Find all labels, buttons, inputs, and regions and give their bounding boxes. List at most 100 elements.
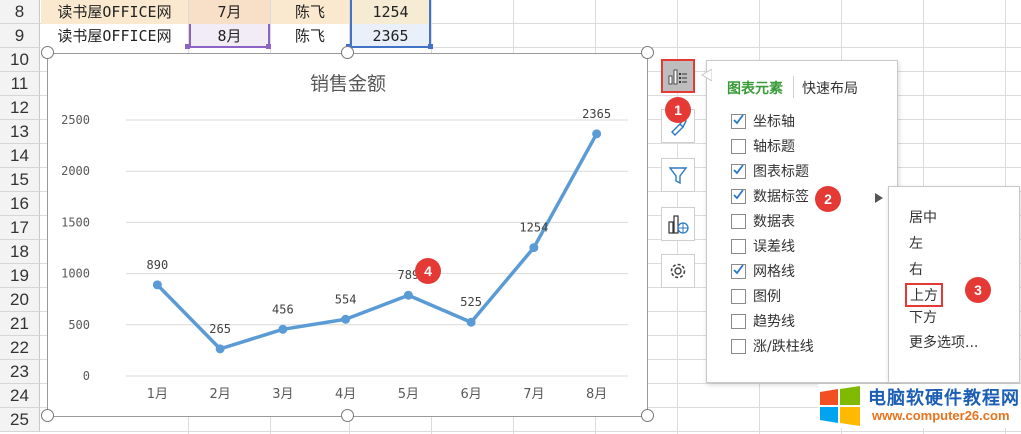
checkbox-gridlines[interactable] [731,263,746,279]
menu-item-left[interactable]: 左 [909,233,923,253]
option-error-bars[interactable]: 误差线 [731,236,795,256]
checkbox-trendline[interactable] [731,313,746,329]
data-point [341,314,351,324]
data-label: 890 [147,258,169,272]
menu-item-more-options[interactable]: 更多选项... [909,332,978,352]
cell-month-8[interactable]: 7月 [189,0,270,24]
checkbox-data-labels[interactable] [731,188,746,204]
row-header-18[interactable]: 18 [0,240,40,264]
cell-amount-9[interactable]: 2365 [350,24,431,48]
row-header-22[interactable]: 22 [0,336,40,360]
data-point [466,317,476,327]
menu-item-below[interactable]: 下方 [909,307,937,327]
data-label: 2365 [582,107,611,121]
checkbox-chart-title[interactable] [731,163,746,179]
checkbox-legend[interactable] [731,288,746,304]
x-tick-label: 5月 [398,387,419,402]
checkbox-up-down-bars[interactable] [731,338,746,354]
y-tick-label: 2500 [61,113,90,127]
option-data-table[interactable]: 数据表 [731,211,795,231]
option-legend[interactable]: 图例 [731,286,781,306]
gear-icon [670,263,686,279]
series-line [156,132,599,351]
resize-handle-bottom-left[interactable] [41,409,54,422]
line-chart: 销售金额 0 500 1000 1500 2000 2500 1月 2月 3月 4月 5月 6月 7月… [61,73,628,402]
data-label: 525 [460,295,482,309]
windows-logo-icon [820,386,860,426]
tab-quick-layout[interactable]: 快速布局 [802,78,858,98]
badge-1: 1 [665,97,691,123]
x-tick-label: 4月 [335,387,356,402]
chart-type-button[interactable] [661,207,695,241]
data-label-position-menu: 居中 左 右 上方 下方 更多选项... [888,186,1020,383]
row-header-9[interactable]: 9 [0,24,40,48]
row-header-8[interactable]: 8 [0,0,40,24]
cell-name-8[interactable]: 陈飞 [271,0,349,24]
checkbox-error-bars[interactable] [731,238,746,254]
row-header-23[interactable]: 23 [0,360,40,384]
data-label: 554 [335,292,357,306]
row-header-16[interactable]: 16 [0,192,40,216]
chart-settings-button[interactable] [661,254,695,288]
chart-elements-button[interactable] [661,59,695,93]
chart-elements-icon [668,69,687,85]
row-header-10[interactable]: 10 [0,48,40,72]
option-trendline[interactable]: 趋势线 [731,311,795,331]
x-tick-label: 6月 [460,387,481,402]
row-header-25[interactable]: 25 [0,408,40,432]
filter-icon [668,167,688,185]
range-handle-month[interactable] [185,44,190,49]
data-label: 456 [272,302,294,316]
row-header-20[interactable]: 20 [0,288,40,312]
checkbox-axis-title[interactable] [731,138,746,154]
row-header-19[interactable]: 19 [0,264,40,288]
row-header-12[interactable]: 12 [0,96,40,120]
row-header-15[interactable]: 15 [0,168,40,192]
x-tick-label: 1月 [147,387,168,402]
row-header-24[interactable]: 24 [0,384,40,408]
chart-area[interactable]: 销售金额 0 500 1000 1500 2000 2500 1月 2月 3月 4月 5月 6月 7月… [47,53,648,417]
row-header-11[interactable]: 11 [0,72,40,96]
data-point [215,344,225,354]
cell-source-9[interactable]: 读书屋OFFICE网 [41,24,188,48]
tab-chart-elements[interactable]: 图表元素 [727,78,783,98]
menu-item-center[interactable]: 居中 [909,207,937,227]
menu-item-above[interactable]: 上方 [905,283,943,307]
option-up-down-bars[interactable]: 涨/跌柱线 [731,336,814,356]
resize-handle-top-right[interactable] [641,46,654,59]
row-header-13[interactable]: 13 [0,120,40,144]
resize-handle-top[interactable] [341,46,354,59]
checkbox-axis[interactable] [731,113,746,129]
cell-month-9[interactable]: 8月 [189,24,270,48]
row-header-17[interactable]: 17 [0,216,40,240]
chart-title[interactable]: 销售金额 [310,73,386,95]
y-tick-label: 1000 [61,267,90,281]
row-header-14[interactable]: 14 [0,144,40,168]
option-axis-title[interactable]: 轴标题 [731,136,795,156]
cell-name-9[interactable]: 陈飞 [271,24,349,48]
option-gridlines[interactable]: 网格线 [731,261,795,281]
badge-3: 3 [965,277,991,303]
option-axis[interactable]: 坐标轴 [731,111,795,131]
menu-item-right[interactable]: 右 [909,259,923,279]
data-label: 265 [209,322,231,336]
resize-handle-top-left[interactable] [41,46,54,59]
range-handle-amount-right[interactable] [428,44,433,49]
chart-type-icon [668,215,689,234]
check-mark-icon [733,263,744,279]
x-tick-label: 7月 [523,387,544,402]
chart-filter-button[interactable] [661,158,695,192]
option-data-labels[interactable]: 数据标签 [731,186,891,206]
resize-handle-bottom-right[interactable] [641,409,654,422]
range-handle-month-right[interactable] [266,44,271,49]
submenu-arrow-icon[interactable] [875,193,883,203]
checkbox-data-table[interactable] [731,213,746,229]
cell-amount-8[interactable]: 1254 [350,0,431,24]
y-tick-label: 500 [68,318,90,332]
cell-source-8[interactable]: 读书屋OFFICE网 [41,0,188,24]
option-chart-title[interactable]: 图表标题 [731,161,809,181]
resize-handle-bottom[interactable] [341,409,354,422]
row-header-21[interactable]: 21 [0,312,40,336]
x-tick-label: 2月 [209,387,230,402]
data-point [592,129,602,139]
